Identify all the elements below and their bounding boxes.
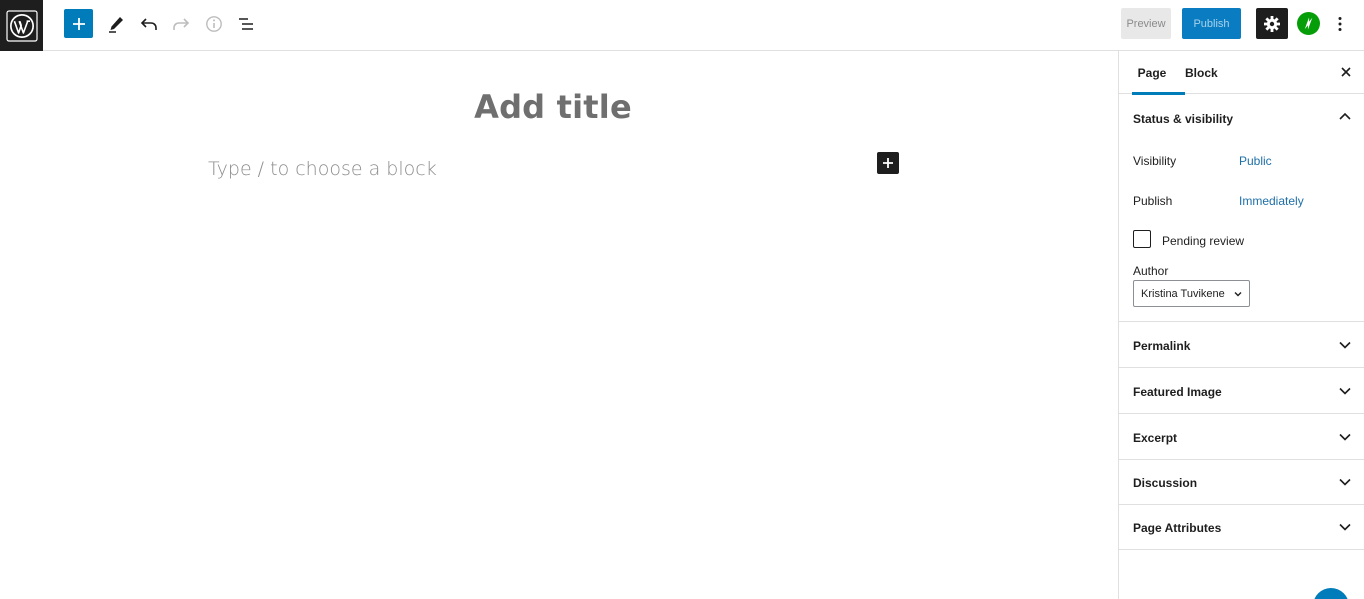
chevron-down-icon — [1338, 338, 1352, 352]
tab-page[interactable]: Page — [1132, 51, 1185, 95]
author-label: Author — [1133, 264, 1169, 278]
visibility-toggle[interactable]: Public — [1239, 154, 1272, 168]
options-menu-button[interactable] — [1332, 12, 1348, 35]
chevron-down-icon — [1338, 430, 1352, 444]
plus-icon — [72, 17, 85, 30]
excerpt-panel-title: Excerpt — [1133, 431, 1178, 445]
editor-canvas: Add title Type / to choose a block — [0, 51, 1118, 599]
publish-date-toggle[interactable]: Immediately — [1239, 194, 1304, 208]
gear-icon — [1264, 15, 1280, 32]
settings-button[interactable] — [1256, 8, 1288, 39]
visibility-label: Visibility — [1133, 154, 1177, 168]
permalink-panel[interactable]: Permalink — [1119, 322, 1364, 368]
discussion-panel-title: Discussion — [1133, 476, 1198, 490]
excerpt-panel[interactable]: Excerpt — [1119, 414, 1364, 460]
chevron-down-icon — [1338, 475, 1352, 489]
jetpack-icon — [1304, 17, 1313, 30]
redo-button[interactable] — [166, 9, 196, 39]
chevron-down-icon — [1234, 292, 1242, 297]
author-select-value: Kristina Tuvikene — [1141, 287, 1225, 300]
chevron-up-icon[interactable] — [1338, 109, 1352, 123]
close-sidebar-button[interactable] — [1337, 63, 1355, 81]
page-attributes-panel-title: Page Attributes — [1133, 521, 1222, 535]
undo-icon — [140, 18, 157, 30]
page-attributes-panel[interactable]: Page Attributes — [1119, 504, 1364, 550]
chevron-down-icon — [1338, 384, 1352, 398]
publish-button[interactable]: Publish — [1182, 8, 1241, 39]
preview-button[interactable]: Preview — [1121, 8, 1171, 39]
pencil-icon — [109, 17, 123, 33]
list-view-icon — [239, 18, 253, 30]
redo-icon — [173, 18, 190, 30]
inline-block-inserter-button[interactable] — [877, 152, 899, 174]
author-select[interactable]: Kristina Tuvikene — [1133, 280, 1250, 307]
wordpress-logo-icon — [5, 9, 38, 42]
discussion-panel[interactable]: Discussion — [1119, 459, 1364, 505]
featured-image-panel-title: Featured Image — [1133, 385, 1222, 399]
block-inserter-button[interactable] — [64, 9, 93, 38]
pending-review-label[interactable]: Pending review — [1162, 234, 1244, 248]
undo-button[interactable] — [134, 9, 164, 39]
info-icon — [206, 16, 222, 32]
details-button[interactable] — [199, 9, 229, 39]
status-visibility-panel-toggle[interactable]: Status & visibility — [1133, 112, 1233, 126]
list-view-button[interactable] — [231, 9, 261, 39]
publish-label: Publish — [1133, 194, 1173, 208]
permalink-panel-title: Permalink — [1133, 339, 1191, 353]
settings-sidebar: Page Block Status & visibility Visibilit… — [1118, 51, 1364, 599]
wordpress-logo-button[interactable] — [0, 0, 43, 51]
jetpack-button[interactable] — [1297, 12, 1320, 35]
post-title-input[interactable]: Add title — [0, 88, 1106, 126]
editor-header: Preview Publish — [0, 0, 1364, 51]
tab-block[interactable]: Block — [1185, 51, 1218, 94]
featured-image-panel[interactable]: Featured Image — [1119, 368, 1364, 414]
sidebar-tabs: Page Block — [1119, 51, 1364, 95]
block-appender-placeholder[interactable]: Type / to choose a block — [208, 158, 437, 180]
plus-icon — [883, 158, 893, 168]
tools-button[interactable] — [101, 9, 131, 39]
pending-review-checkbox[interactable] — [1133, 230, 1151, 248]
chevron-down-icon — [1338, 520, 1352, 534]
status-visibility-panel: Status & visibility Visibility Public Pu… — [1119, 95, 1364, 322]
more-vertical-icon — [1338, 16, 1342, 31]
close-icon — [1341, 67, 1351, 77]
